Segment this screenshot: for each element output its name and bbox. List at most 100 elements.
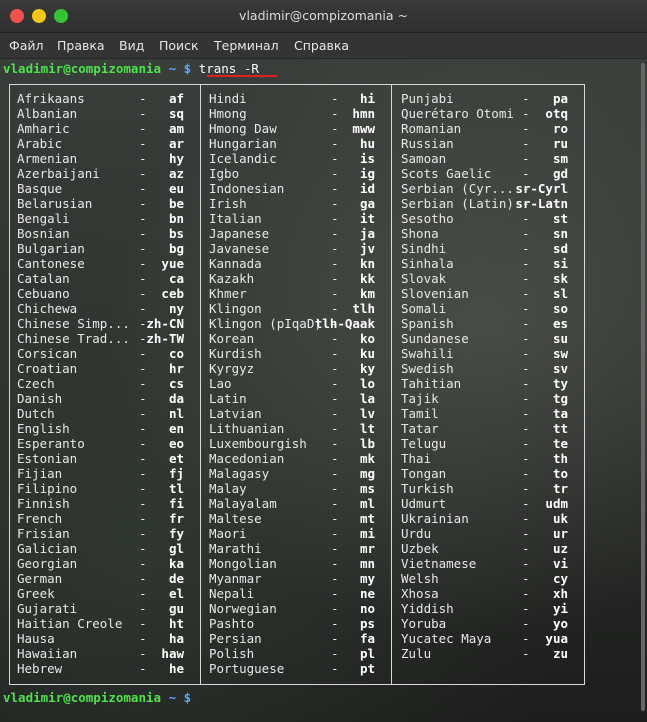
language-entry: Yoruba - yo (401, 616, 568, 631)
language-entry: Querétaro Otomi - otq (401, 106, 568, 121)
language-separator: - (522, 316, 530, 331)
language-name: Spanish (401, 316, 454, 331)
language-name: Danish (17, 391, 63, 406)
language-name: Udmurt (401, 496, 447, 511)
language-separator: - (139, 661, 147, 676)
language-name: Latin (209, 391, 247, 406)
language-entry: Javanese - jv (209, 241, 375, 256)
language-separator: - (522, 301, 530, 316)
language-separator: - (331, 166, 339, 181)
language-separator: - (522, 406, 530, 421)
language-entry: Myanmar - my (209, 571, 375, 586)
language-code: eu (168, 181, 184, 196)
language-entry: Khmer - km (209, 286, 375, 301)
language-code: pa (552, 91, 568, 106)
language-entry: Sinhala - si (401, 256, 568, 271)
language-entry: Estonian - et (17, 451, 184, 466)
language-name: Querétaro Otomi (401, 106, 514, 121)
language-separator: - (522, 481, 530, 496)
language-entry: Malay - ms (209, 481, 375, 496)
language-code: da (168, 391, 184, 406)
language-separator: - (139, 421, 147, 436)
language-entry: Tajik - tg (401, 391, 568, 406)
language-separator: - (331, 601, 339, 616)
language-name: Uzbek (401, 541, 439, 556)
prompt-path: ~ $ (168, 61, 192, 76)
language-entry: Indonesian - id (209, 181, 375, 196)
prompt-line-end: vladimir@compizomania ~ $ (3, 690, 191, 705)
language-code: is (359, 151, 375, 166)
language-entry: Portuguese - pt (209, 661, 375, 676)
language-separator: - (331, 481, 339, 496)
language-name: Mongolian (209, 556, 277, 571)
language-separator: - (522, 556, 530, 571)
scrollbar[interactable] (641, 63, 645, 711)
menu-file[interactable]: Файл (9, 38, 44, 53)
menu-terminal[interactable]: Терминал (214, 38, 279, 53)
language-code: mn (359, 556, 375, 571)
language-name: Kazakh (209, 271, 255, 286)
menu-edit[interactable]: Правка (57, 38, 105, 53)
language-separator: - (522, 631, 530, 646)
language-name: Greek (17, 586, 55, 601)
language-code: ht (168, 616, 184, 631)
language-separator: - (522, 526, 530, 541)
language-name: Amharic (17, 121, 70, 136)
language-separator: - (331, 331, 339, 346)
language-entry: Cantonese - yue (17, 256, 184, 271)
language-entry: Albanian - sq (17, 106, 184, 121)
language-entry: Hausa - ha (17, 631, 184, 646)
language-entry: Kurdish - ku (209, 346, 375, 361)
language-name: Galician (17, 541, 78, 556)
language-name: Telugu (401, 436, 447, 451)
language-name: Chichewa (17, 301, 78, 316)
prompt-path: ~ $ (168, 690, 192, 705)
language-code: id (359, 181, 375, 196)
language-code: mww (352, 121, 375, 136)
menu-view[interactable]: Вид (119, 38, 144, 53)
language-separator: - (331, 616, 339, 631)
title-bar[interactable]: vladimir@compizomania ~ (0, 0, 647, 33)
language-separator: - (139, 286, 147, 301)
menu-search[interactable]: Поиск (159, 38, 199, 53)
language-code: yue (161, 256, 184, 271)
language-entry: Turkish - tr (401, 481, 568, 496)
command-underline (207, 75, 277, 77)
language-name: Punjabi (401, 91, 454, 106)
menu-help[interactable]: Справка (294, 38, 349, 53)
language-code: te (552, 436, 568, 451)
language-separator: - (139, 391, 147, 406)
language-code: bn (168, 211, 184, 226)
language-name: German (17, 571, 63, 586)
language-code: lt (359, 421, 375, 436)
language-separator: - (522, 391, 530, 406)
language-code: hr (168, 361, 184, 376)
language-name: Hawaiian (17, 646, 78, 661)
language-name: Romanian (401, 121, 462, 136)
language-name: Tatar (401, 421, 439, 436)
language-entry: Klingon (pIqaD) - tlh-Qaak (209, 316, 375, 331)
language-code: fi (168, 496, 184, 511)
language-entry: Catalan - ca (17, 271, 184, 286)
language-code: sm (552, 151, 568, 166)
language-code: de (168, 571, 184, 586)
language-separator: - (331, 496, 339, 511)
language-name: Filipino (17, 481, 78, 496)
language-code: la (359, 391, 375, 406)
language-entry: Lithuanian - lt (209, 421, 375, 436)
language-code: sw (552, 346, 568, 361)
language-separator: - (331, 586, 339, 601)
language-name: Polish (209, 646, 255, 661)
language-name: Hungarian (209, 136, 277, 151)
terminal-window: vladimir@compizomania ~ Файл Правка Вид … (0, 0, 647, 722)
language-code: ta (552, 406, 568, 421)
language-separator: - (139, 616, 147, 631)
language-entry: Mongolian - mn (209, 556, 375, 571)
language-entry: Fijian - fj (17, 466, 184, 481)
language-name: Slovak (401, 271, 447, 286)
language-code: ru (552, 136, 568, 151)
language-separator: - (522, 136, 530, 151)
language-code: eo (168, 436, 184, 451)
language-entry: Hmong - hmn (209, 106, 375, 121)
language-entry: Bulgarian - bg (17, 241, 184, 256)
